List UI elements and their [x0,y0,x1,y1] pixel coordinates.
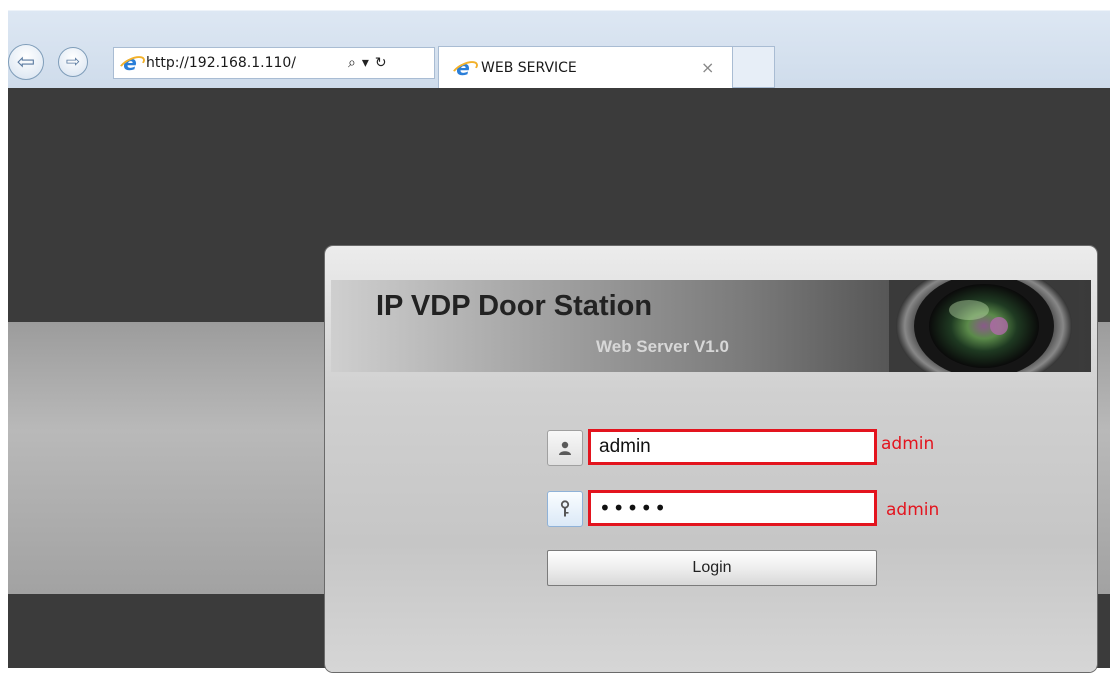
new-tab-button[interactable] [733,46,775,88]
refresh-icon[interactable]: ↻ [375,55,387,71]
forward-arrow-icon: ⇨ [65,52,81,72]
browser-tab[interactable]: e WEB SERVICE × [438,46,733,88]
login-dialog: IP VDP Door Station Web Server V1.0 admi… [325,246,1097,672]
dropdown-icon[interactable]: ▾ [362,55,369,71]
ie-logo-icon: e [120,53,140,73]
back-button[interactable]: ⇦ [8,44,44,80]
product-subtitle: Web Server V1.0 [596,337,729,356]
password-value[interactable]: ••••• [591,496,668,520]
back-arrow-icon: ⇦ [16,49,36,75]
browser-chrome: ⇦ ⇨ e http://192.168.1.110/ ⌕ ▾ ↻ e WEB … [8,0,1110,88]
product-title: IP VDP Door Station [376,290,653,322]
user-icon [547,430,583,466]
close-tab-icon[interactable]: × [701,58,714,77]
search-icon[interactable]: ⌕ [348,55,356,71]
key-icon [547,491,583,527]
address-bar[interactable]: e http://192.168.1.110/ ⌕ ▾ ↻ [113,47,435,79]
tab-title: WEB SERVICE [481,59,577,76]
ie-logo-icon: e [453,58,473,78]
forward-button[interactable]: ⇨ [58,47,88,77]
product-banner: IP VDP Door Station Web Server V1.0 [331,280,1091,372]
username-input[interactable]: admin [588,429,877,465]
camera-lens-icon [889,280,1079,372]
username-value[interactable]: admin [591,436,651,458]
url-text[interactable]: http://192.168.1.110/ [146,55,342,71]
password-hint: admin [886,500,940,520]
login-button[interactable]: Login [547,550,877,586]
username-hint: admin [881,434,935,454]
password-input[interactable]: ••••• [588,490,877,526]
